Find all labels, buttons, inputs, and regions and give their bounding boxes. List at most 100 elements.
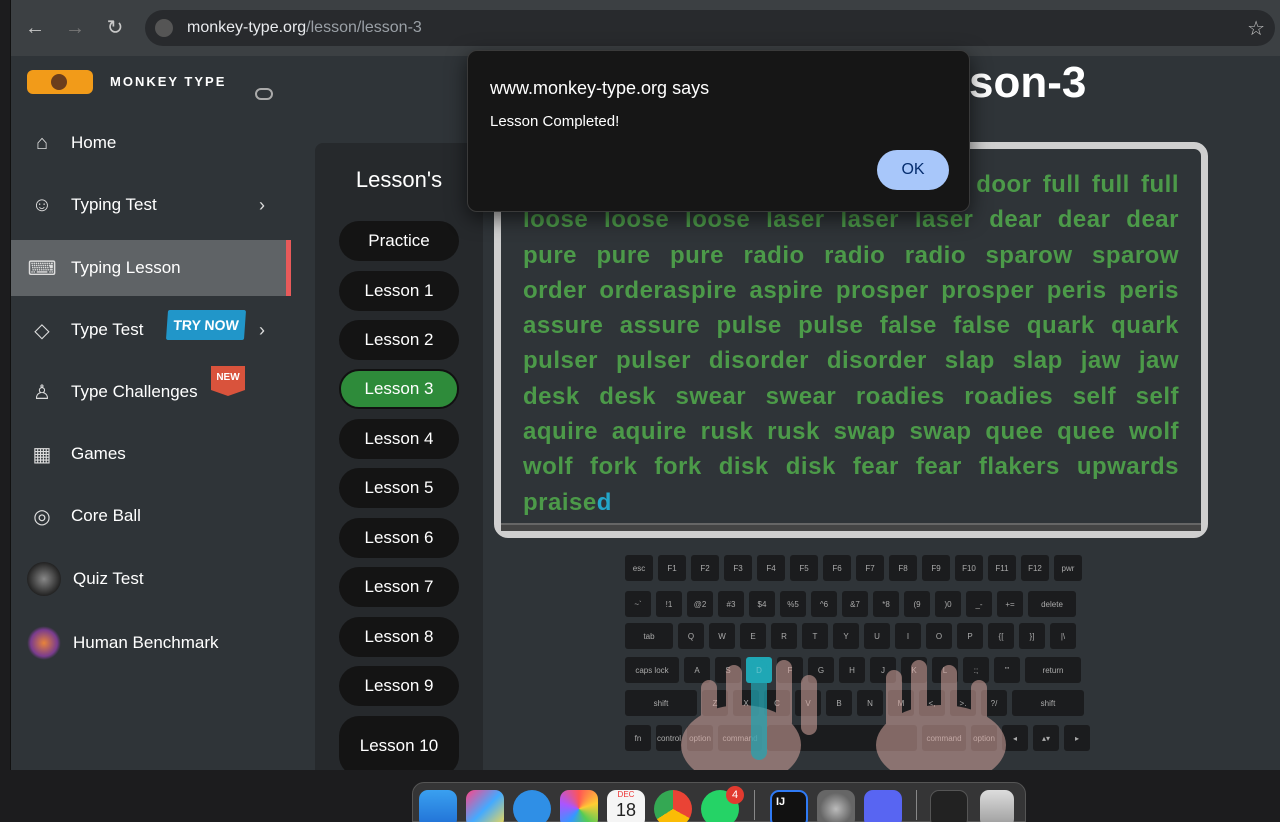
sidebar-item-typing-test[interactable]: ☺ Typing Test › — [11, 177, 291, 233]
recent-window-icon[interactable] — [930, 790, 968, 822]
discord-icon[interactable] — [864, 790, 902, 822]
key-◂: ◂ — [1002, 725, 1028, 751]
address-bar[interactable]: monkey-type.org/lesson/lesson-3 ☆ — [145, 10, 1275, 46]
finder-icon[interactable] — [419, 790, 457, 822]
key-:;: :; — [963, 657, 989, 683]
key-_-: _- — [966, 591, 992, 617]
reload-icon[interactable]: ↻ — [103, 16, 127, 40]
key-control: control — [656, 725, 682, 751]
alert-dialog: www.monkey-type.org says Lesson Complete… — [467, 50, 970, 212]
intellij-icon[interactable]: IJ — [770, 790, 808, 822]
key-shift: shift — [1012, 690, 1084, 716]
key-R: R — [771, 623, 797, 649]
sidebar-item-core-ball[interactable]: ◎ Core Ball — [11, 488, 291, 544]
key-X: X — [733, 690, 759, 716]
key-H: H — [839, 657, 865, 683]
github-icon: ☺ — [31, 193, 53, 216]
lesson-button-7[interactable]: Lesson 7 — [339, 567, 459, 607]
url-path: /lesson/lesson-3 — [306, 19, 422, 36]
key-V: V — [795, 690, 821, 716]
typed-text: door full full full loose loose loose la… — [523, 167, 1179, 520]
lesson-button-5[interactable]: Lesson 5 — [339, 468, 459, 508]
sidebar-item-label: Type Challenges — [71, 382, 198, 401]
url-host: monkey-type.org — [187, 19, 307, 36]
bookmark-star-icon[interactable]: ☆ — [1247, 16, 1265, 41]
key-F8: F8 — [889, 555, 917, 581]
sidebar-item-home[interactable]: ⌂ Home — [11, 115, 291, 171]
forward-icon[interactable]: → — [63, 16, 87, 40]
key-command: command — [922, 725, 966, 751]
calendar-icon[interactable]: DEC 18 — [607, 790, 645, 822]
key-tab: tab — [625, 623, 673, 649]
photos-icon[interactable] — [560, 790, 598, 822]
sidebar-item-games[interactable]: ▦ Games — [11, 426, 291, 482]
grid-icon: ▦ — [32, 443, 52, 466]
lesson-button-3[interactable]: Lesson 3 — [339, 369, 459, 409]
chrome-icon[interactable] — [654, 790, 692, 822]
sidebar-item-quiz-test[interactable]: Quiz Test — [11, 551, 291, 607]
launchpad-icon[interactable] — [466, 790, 504, 822]
lesson-button-6[interactable]: Lesson 6 — [339, 518, 459, 558]
key-delete: delete — [1028, 591, 1076, 617]
lesson-button-8[interactable]: Lesson 8 — [339, 617, 459, 657]
lesson-button-10[interactable]: Lesson 10 — [339, 716, 459, 770]
sidebar-item-label: Typing Lesson — [71, 258, 181, 277]
sidebar-item-label: Human Benchmark — [73, 633, 219, 652]
trash-icon[interactable] — [980, 790, 1014, 822]
lesson-button-2[interactable]: Lesson 2 — [339, 320, 459, 360]
key-?/: ?/ — [981, 690, 1007, 716]
system-settings-icon[interactable] — [817, 790, 855, 822]
key-command: command — [718, 725, 762, 751]
sidebar-item-human-benchmark[interactable]: Human Benchmark — [11, 615, 291, 671]
key-*8: *8 — [873, 591, 899, 617]
key-!1: !1 — [656, 591, 682, 617]
lesson-button-1[interactable]: Lesson 1 — [339, 271, 459, 311]
calendar-month: DEC — [617, 790, 635, 799]
key-M: M — [888, 690, 914, 716]
key-{[: {[ — [988, 623, 1014, 649]
key-$4: $4 — [749, 591, 775, 617]
lesson-button-practice[interactable]: Practice — [339, 221, 459, 261]
sidebar-toggle-icon[interactable] — [255, 88, 273, 100]
key-F10: F10 — [955, 555, 983, 581]
dialog-title: www.monkey-type.org says — [490, 78, 710, 98]
sidebar-item-typing-lesson[interactable]: ⌨ Typing Lesson — [11, 240, 291, 296]
target-icon: ◎ — [33, 505, 51, 528]
ok-button[interactable]: OK — [877, 150, 949, 190]
dialog-message: Lesson Completed! — [490, 113, 620, 130]
back-icon[interactable]: ← — [23, 16, 47, 40]
key-"': "' — [994, 657, 1020, 683]
sidebar-item-label: Type Test — [71, 320, 144, 339]
lesson-button-9[interactable]: Lesson 9 — [339, 666, 459, 706]
quiz-avatar — [27, 562, 61, 596]
whatsapp-badge: 4 — [726, 786, 744, 804]
safari-icon[interactable] — [513, 790, 551, 822]
key-F4: F4 — [757, 555, 785, 581]
sidebar-item-label: Quiz Test — [73, 569, 144, 588]
typing-cursor: d — [596, 488, 612, 516]
key-O: O — [926, 623, 952, 649]
key-W: W — [709, 623, 735, 649]
key-option: option — [687, 725, 713, 751]
key-N: N — [857, 690, 883, 716]
brand-name: MONKEY TYPE — [110, 74, 227, 89]
sidebar-item-label: Typing Test — [71, 195, 157, 214]
site-settings-icon[interactable] — [155, 19, 173, 37]
key-B: B — [826, 690, 852, 716]
sidebar-item-type-test[interactable]: ◇ Type Test TRY NOW › — [11, 302, 291, 358]
logo[interactable] — [27, 70, 93, 94]
key-fn: fn — [625, 725, 651, 751]
key-Q: Q — [678, 623, 704, 649]
new-badge: NEW — [211, 366, 245, 396]
key-F11: F11 — [988, 555, 1016, 581]
lesson-button-4[interactable]: Lesson 4 — [339, 419, 459, 459]
key-S: S — [715, 657, 741, 683]
key-)0: )0 — [935, 591, 961, 617]
key-pwr: pwr — [1054, 555, 1082, 581]
keyboard-icon: ⌨ — [27, 257, 57, 280]
key-L: L — [932, 657, 958, 683]
key-&7: &7 — [842, 591, 868, 617]
brain-avatar — [27, 626, 61, 660]
key-F2: F2 — [691, 555, 719, 581]
sidebar-item-type-challenges[interactable]: ♙ Type Challenges NEW — [11, 364, 291, 420]
